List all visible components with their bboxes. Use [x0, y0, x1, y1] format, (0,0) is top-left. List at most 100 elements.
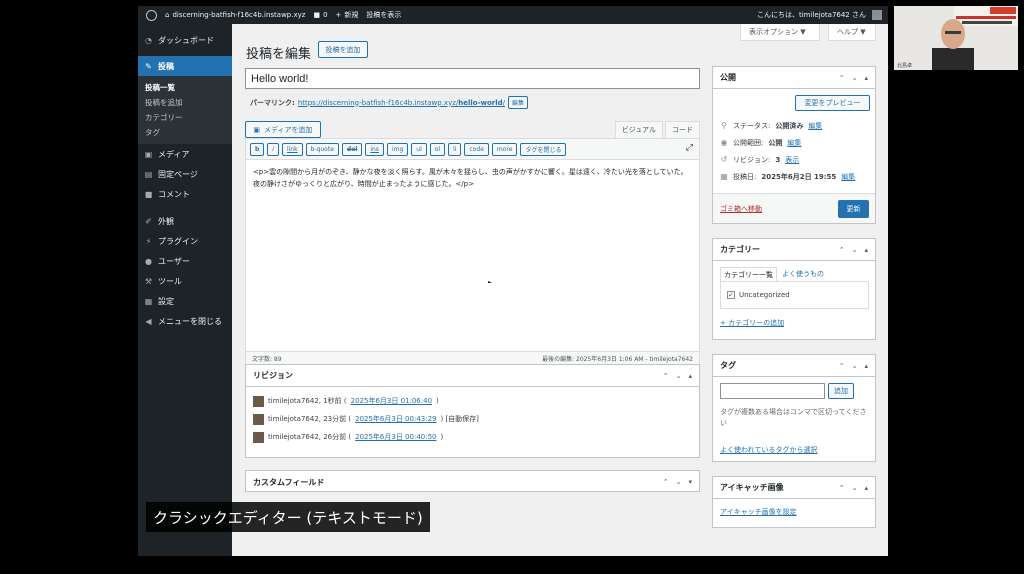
sidebar-item-pages[interactable]: ▤ 固定ページ	[138, 164, 232, 184]
wordpress-icon	[146, 9, 157, 21]
triangle-toggle-icon[interactable]: ▴	[688, 372, 692, 380]
qt-blockquote-button[interactable]: b-quote	[305, 142, 339, 156]
edit-permalink-button[interactable]: 編集	[508, 96, 529, 109]
chevron-up-icon[interactable]: ⌃	[839, 362, 845, 370]
triangle-toggle-icon[interactable]: ▾	[688, 478, 692, 486]
pin-icon: ✎	[145, 61, 152, 71]
add-media-button[interactable]: ▣ メディアを追加	[245, 121, 321, 138]
chevron-up-icon[interactable]: ⌃	[839, 484, 845, 492]
content-textarea[interactable]: <p>雲の隙間から月がのぞき、静かな夜を淡く照らす。風が木々を揺らし、虫の声がか…	[245, 160, 700, 352]
avatar	[253, 431, 264, 443]
sidebar-item-posts[interactable]: ✎ 投稿	[138, 56, 232, 76]
triangle-toggle-icon[interactable]: ▴	[864, 484, 868, 492]
triangle-toggle-icon[interactable]: ▴	[864, 246, 868, 254]
admin-bar-site[interactable]: ⌂ discerning-batfish-f16c4b.instawp.xyz	[165, 11, 305, 19]
qt-more-button[interactable]: more	[491, 142, 518, 156]
qt-ins-button[interactable]: ins	[365, 142, 384, 156]
tags-header[interactable]: タグ ⌃ ⌄ ▴	[713, 355, 875, 377]
sidebar-item-media[interactable]: ▣ メディア	[138, 144, 232, 164]
submenu-all-posts[interactable]: 投稿一覧	[138, 80, 232, 95]
edit-date-link[interactable]: 編集	[841, 172, 855, 182]
revision-link[interactable]: 2025年6月3日 00:43:29	[355, 414, 436, 424]
admin-bar-view-post[interactable]: 投稿を表示	[366, 10, 401, 20]
chevron-up-icon[interactable]: ⌃	[839, 74, 845, 82]
browse-revisions-link[interactable]: 表示	[785, 155, 799, 165]
choose-tags-link[interactable]: よく使われているタグから選択	[720, 445, 817, 455]
sidebar-collapse-menu[interactable]: ◀ メニューを閉じる	[138, 311, 232, 331]
revision-link[interactable]: 2025年6月3日 00:40:50	[355, 432, 436, 442]
qt-close-tags-button[interactable]: タグを閉じる	[520, 142, 567, 156]
submenu-categories[interactable]: カテゴリー	[138, 110, 232, 125]
preview-changes-button[interactable]: 変更をプレビュー	[795, 95, 870, 111]
plugin-icon: ⚡	[145, 236, 152, 246]
box-controls: ⌃ ⌄ ▾	[663, 478, 692, 486]
admin-bar-account[interactable]: こんにちは、timilejota7642 さん	[757, 10, 882, 20]
admin-bar-new[interactable]: + 新規	[336, 10, 359, 20]
add-new-post-button[interactable]: 投稿を追加	[318, 41, 368, 58]
qt-ul-button[interactable]: ul	[411, 142, 427, 156]
revision-link[interactable]: 2025年6月3日 01:06:40	[351, 396, 432, 406]
sidebar-item-plugins[interactable]: ⚡ プラグイン	[138, 231, 232, 251]
screen-options-button[interactable]: 表示オプション ▼	[740, 24, 820, 41]
qt-bold-button[interactable]: b	[250, 142, 265, 156]
tab-code[interactable]: コード	[665, 121, 700, 139]
sidebar-item-appearance[interactable]: ✐ 外観	[138, 211, 232, 231]
edit-status-link[interactable]: 編集	[808, 121, 822, 131]
set-featured-image-link[interactable]: アイキャッチ画像を設定	[720, 507, 797, 517]
tab-most-used[interactable]: よく使うもの	[777, 267, 829, 282]
revisions-row: ↺ リビジョン: 3 表示	[720, 151, 875, 168]
chevron-down-icon[interactable]: ⌄	[676, 478, 682, 486]
qt-ol-button[interactable]: ol	[429, 142, 446, 156]
move-to-trash-link[interactable]: ゴミ箱へ移動	[720, 204, 762, 214]
chevron-up-icon[interactable]: ⌃	[663, 478, 669, 486]
category-checkbox[interactable]: ✓	[727, 291, 735, 299]
revisions-header[interactable]: リビジョン ⌃ ⌄ ▴	[246, 365, 699, 387]
sidebar-item-tools[interactable]: ⚒ ツール	[138, 271, 232, 291]
sidebar-item-users[interactable]: ● ユーザー	[138, 251, 232, 271]
chevron-down-icon[interactable]: ⌄	[852, 484, 858, 492]
tags-help: タグが複数ある場合はコンマで区切ってください	[720, 408, 867, 427]
tab-all-categories[interactable]: カテゴリー一覧	[720, 267, 777, 282]
sidebar-item-comments[interactable]: ■ コメント	[138, 184, 232, 204]
tags-title: タグ	[720, 361, 736, 370]
chevron-up-icon[interactable]: ⌃	[663, 372, 669, 380]
permalink-link[interactable]: https://discerning-batfish-f16c4b.instaw…	[298, 99, 505, 107]
wp-logo[interactable]	[146, 9, 157, 21]
sidebar-item-dashboard[interactable]: ◔ ダッシュボード	[138, 30, 232, 50]
add-category-link[interactable]: + カテゴリーの追加	[720, 318, 784, 328]
help-button[interactable]: ヘルプ ▼	[828, 24, 876, 41]
chevron-down-icon[interactable]: ⌄	[852, 74, 858, 82]
categories-header[interactable]: カテゴリー ⌃ ⌄ ▴	[713, 239, 875, 261]
qt-del-button[interactable]: del	[341, 142, 363, 156]
tab-visual[interactable]: ビジュアル	[614, 121, 663, 139]
qt-li-button[interactable]: li	[448, 142, 462, 156]
fullscreen-icon[interactable]: ⤢	[686, 143, 693, 153]
chevron-up-icon[interactable]: ⌃	[839, 246, 845, 254]
status-row: ⚲ ステータス: 公開済み 編集	[720, 117, 875, 134]
triangle-toggle-icon[interactable]: ▴	[864, 74, 868, 82]
chevron-down-icon[interactable]: ⌄	[676, 372, 682, 380]
featured-image-header[interactable]: アイキャッチ画像 ⌃ ⌄ ▴	[713, 477, 875, 499]
edit-visibility-link[interactable]: 編集	[787, 138, 801, 148]
box-controls: ⌃ ⌄ ▴	[839, 246, 868, 254]
tag-input[interactable]	[720, 383, 825, 399]
custom-fields-header[interactable]: カスタムフィールド ⌃ ⌄ ▾	[246, 471, 699, 493]
qt-img-button[interactable]: img	[386, 142, 409, 156]
add-tag-button[interactable]: 追加	[828, 383, 854, 399]
publish-header[interactable]: 公開 ⌃ ⌄ ▴	[713, 67, 875, 89]
custom-fields-title: カスタムフィールド	[253, 477, 325, 487]
triangle-toggle-icon[interactable]: ▴	[864, 362, 868, 370]
qt-italic-button[interactable]: i	[267, 142, 279, 156]
chevron-down-icon[interactable]: ⌄	[852, 362, 858, 370]
submenu-tags[interactable]: タグ	[138, 125, 232, 140]
category-label: Uncategorized	[739, 291, 790, 299]
admin-bar-comments[interactable]: ■ 0	[313, 11, 327, 19]
qt-code-button[interactable]: code	[464, 142, 489, 156]
chevron-down-icon[interactable]: ⌄	[852, 246, 858, 254]
sidebar-item-settings[interactable]: ▦ 設定	[138, 291, 232, 311]
help-label: ヘルプ ▼	[837, 28, 866, 36]
post-title-input[interactable]	[245, 68, 700, 89]
submenu-add-post[interactable]: 投稿を追加	[138, 95, 232, 110]
qt-link-button[interactable]: link	[281, 142, 303, 156]
update-button[interactable]: 更新	[838, 200, 869, 218]
